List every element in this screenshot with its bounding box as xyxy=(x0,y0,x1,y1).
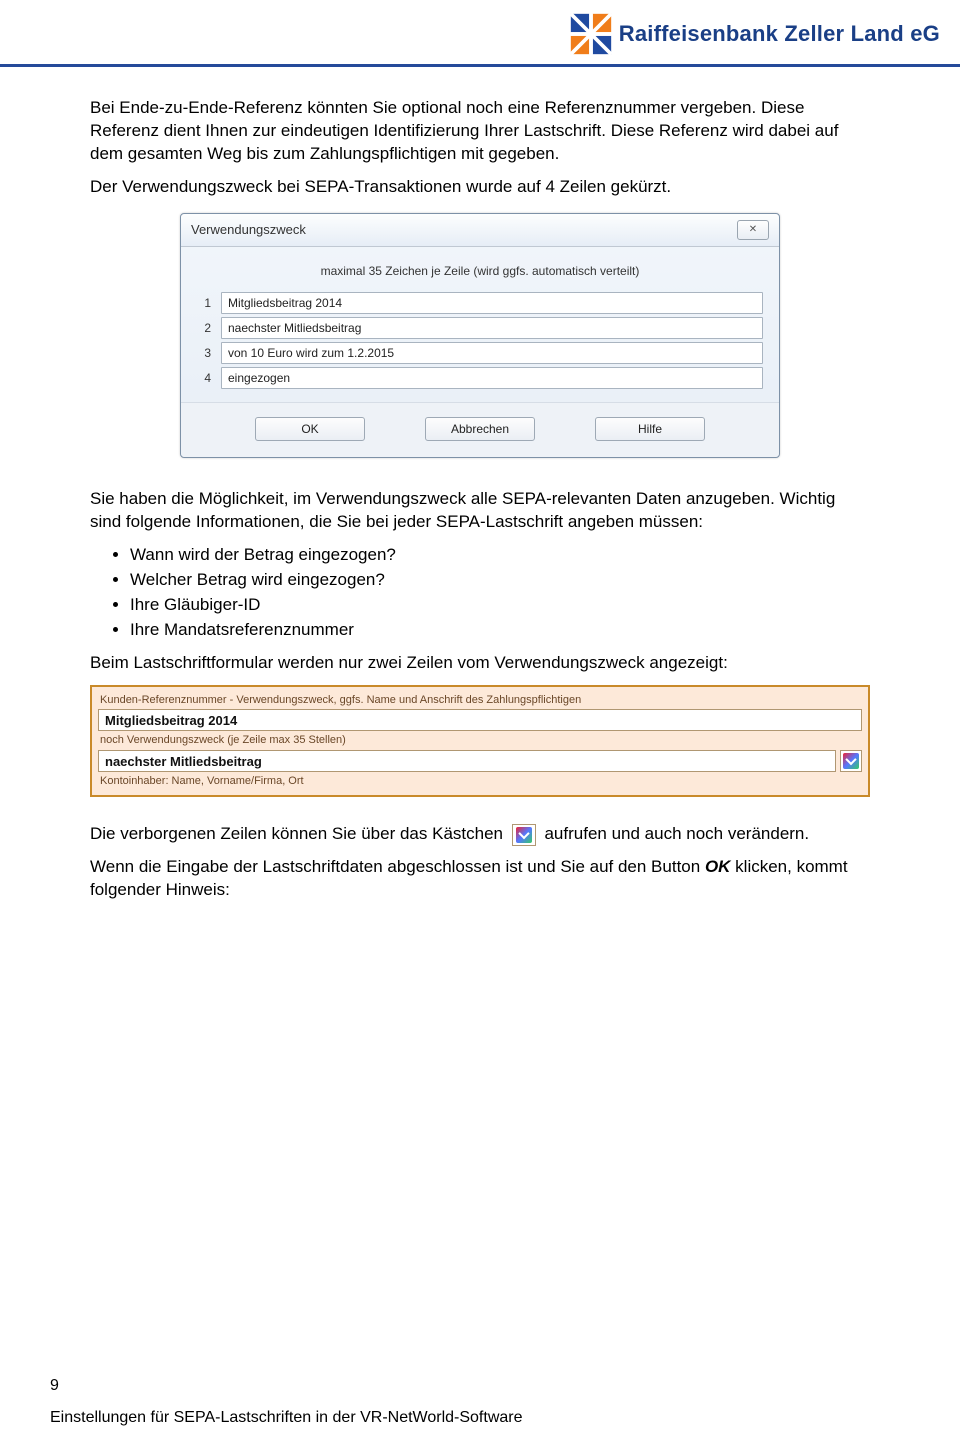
verwendungszweck-main-input[interactable] xyxy=(98,709,862,731)
list-item: Ihre Mandatsreferenznummer xyxy=(130,619,870,642)
form-label-referenz: Kunden-Referenznummer - Verwendungszweck… xyxy=(98,691,862,710)
paragraph-tail-2: Wenn die Eingabe der Lastschriftdaten ab… xyxy=(90,856,870,902)
list-item: Wann wird der Betrag eingezogen? xyxy=(130,544,870,567)
list-item: Welcher Betrag wird eingezogen? xyxy=(130,569,870,592)
dialog-titlebar: Verwendungszweck ✕ xyxy=(181,214,779,247)
row-number: 3 xyxy=(197,345,211,361)
verwendungszweck-line-1[interactable] xyxy=(221,292,763,314)
ok-button[interactable]: OK xyxy=(255,417,365,441)
ok-emphasis: OK xyxy=(705,857,731,876)
paragraph-intro-2: Der Verwendungszweck bei SEPA-Transaktio… xyxy=(90,176,870,199)
paragraph-mid-2: Beim Lastschriftformular werden nur zwei… xyxy=(90,652,870,675)
verwendungszweck-line-2[interactable] xyxy=(221,317,763,339)
page-header: Raiffeisenbank Zeller Land eG xyxy=(0,0,960,60)
lastschrift-form-excerpt: Kunden-Referenznummer - Verwendungszweck… xyxy=(90,685,870,798)
text-fragment: aufrufen und auch noch verändern. xyxy=(544,824,809,843)
bank-name: Raiffeisenbank Zeller Land eG xyxy=(619,19,940,49)
row-number: 1 xyxy=(197,295,211,311)
requirements-list: Wann wird der Betrag eingezogen? Welcher… xyxy=(130,544,870,642)
help-button[interactable]: Hilfe xyxy=(595,417,705,441)
footer-caption: Einstellungen für SEPA-Lastschriften in … xyxy=(50,1407,523,1429)
paragraph-intro-1: Bei Ende-zu-Ende-Referenz könnten Sie op… xyxy=(90,97,870,166)
expand-icon xyxy=(516,827,532,843)
paragraph-mid-1: Sie haben die Möglichkeit, im Verwendung… xyxy=(90,488,870,534)
dialog-title-text: Verwendungszweck xyxy=(191,221,306,239)
form-label-noch: noch Verwendungszweck (je Zeile max 35 S… xyxy=(98,731,862,750)
list-item: Ihre Gläubiger-ID xyxy=(130,594,870,617)
expand-lines-button[interactable] xyxy=(840,750,862,772)
row-number: 2 xyxy=(197,320,211,336)
verwendungszweck-line-4[interactable] xyxy=(221,367,763,389)
verwendungszweck-extra-input[interactable] xyxy=(98,750,836,772)
expand-icon xyxy=(843,753,859,769)
expand-lines-button-inline[interactable] xyxy=(512,824,536,846)
dialog-close-button[interactable]: ✕ xyxy=(737,220,769,240)
paragraph-tail-1: Die verborgenen Zeilen können Sie über d… xyxy=(90,823,870,846)
close-icon: ✕ xyxy=(749,223,757,237)
form-label-kontoinhaber: Kontoinhaber: Name, Vorname/Firma, Ort xyxy=(98,772,862,791)
bank-logo: Raiffeisenbank Zeller Land eG xyxy=(569,12,940,56)
dialog-hint: maximal 35 Zeichen je Zeile (wird ggfs. … xyxy=(197,257,763,289)
row-number: 4 xyxy=(197,370,211,386)
text-fragment: Die verborgenen Zeilen können Sie über d… xyxy=(90,824,503,843)
verwendungszweck-line-3[interactable] xyxy=(221,342,763,364)
cancel-button[interactable]: Abbrechen xyxy=(425,417,535,441)
verwendungszweck-dialog: Verwendungszweck ✕ maximal 35 Zeichen je… xyxy=(180,213,780,458)
page-number: 9 xyxy=(50,1375,59,1397)
text-fragment: Wenn die Eingabe der Lastschriftdaten ab… xyxy=(90,857,705,876)
bank-logo-icon xyxy=(569,12,613,56)
header-divider xyxy=(0,64,960,67)
